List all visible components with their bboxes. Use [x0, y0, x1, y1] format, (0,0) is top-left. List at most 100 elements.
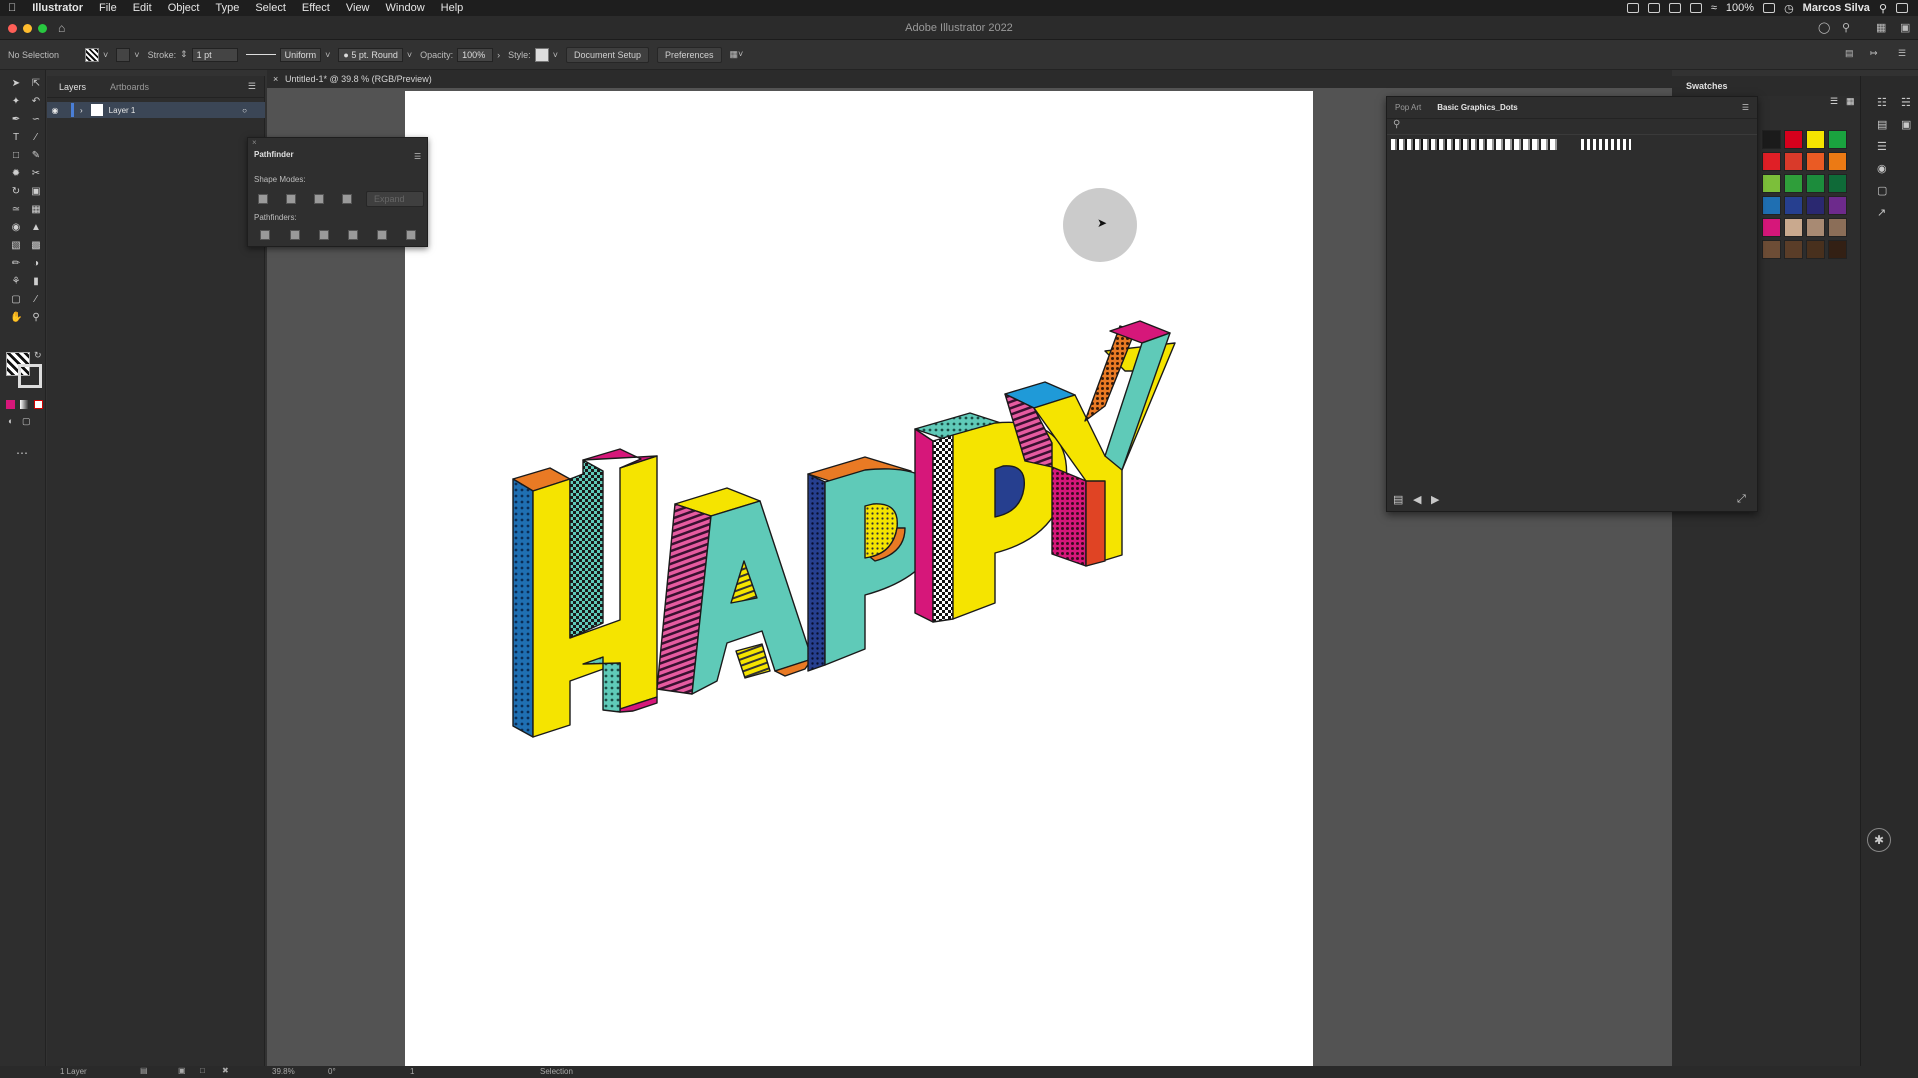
menu-view[interactable]: View — [338, 2, 378, 14]
next-library-icon[interactable]: ▶ — [1431, 493, 1439, 506]
gradient-tool-icon[interactable]: ▩ — [30, 240, 42, 252]
swap-colors-icon[interactable]: ↻ — [34, 350, 42, 361]
chevron-down-icon[interactable]: ˅ — [325, 50, 330, 60]
swatch[interactable] — [1784, 218, 1803, 237]
close-panel-icon[interactable]: × — [248, 138, 427, 150]
tab-artboards[interactable]: Artboards — [98, 82, 161, 92]
properties-icon[interactable]: ☷ — [1877, 96, 1887, 109]
crop-icon[interactable] — [348, 230, 358, 240]
swatch[interactable] — [1806, 240, 1825, 259]
warp-tool-icon[interactable]: ≃ — [10, 204, 22, 216]
panel-menu-icon[interactable]: ☰ — [248, 81, 264, 92]
zoom-level[interactable]: 39.8% — [272, 1067, 295, 1076]
align-panel-icon[interactable]: ☰ — [1877, 140, 1887, 153]
spotlight-search-icon[interactable]: ⚲ — [1879, 2, 1887, 15]
chevron-right-icon[interactable]: › — [497, 50, 500, 60]
menu-effect[interactable]: Effect — [294, 2, 338, 14]
swatch[interactable] — [1762, 196, 1781, 215]
wifi-icon[interactable]: ≈ — [1711, 2, 1717, 14]
menu-help[interactable]: Help — [433, 2, 472, 14]
blend-tool-icon[interactable]: ◑ — [30, 258, 42, 270]
mesh-tool-icon[interactable]: ▧ — [10, 240, 22, 252]
swatch[interactable] — [1806, 174, 1825, 193]
divide-icon[interactable] — [260, 230, 270, 240]
swatch[interactable] — [1828, 174, 1847, 193]
stroke-color-swatch[interactable] — [18, 364, 42, 388]
artboard-tool-icon[interactable]: ▢ — [10, 294, 22, 306]
shaper-tool-icon[interactable]: ✹ — [10, 168, 22, 180]
swatch[interactable] — [1828, 218, 1847, 237]
expand-button[interactable]: Expand — [366, 191, 424, 207]
menu-object[interactable]: Object — [160, 2, 208, 14]
creative-cloud-icon[interactable] — [1626, 3, 1639, 13]
swatch[interactable] — [1784, 130, 1803, 149]
dot-pattern-swatches-2[interactable] — [1487, 139, 1557, 150]
control-center-icon[interactable] — [1896, 3, 1908, 13]
swatch[interactable] — [1828, 130, 1847, 149]
opacity-field[interactable]: 100% — [457, 47, 494, 62]
hand-tool-icon[interactable]: ✋ — [10, 312, 22, 324]
swatch-library-icon[interactable]: ▤ — [1393, 493, 1403, 506]
brush-definition[interactable]: ● 5 pt. Round — [338, 47, 403, 62]
appearance-icon[interactable]: ◉ — [1877, 162, 1887, 175]
swatch[interactable] — [1784, 240, 1803, 259]
panel-menu-icon[interactable]: ☰ — [1742, 103, 1757, 112]
close-document-icon[interactable]: × — [273, 74, 278, 84]
layer-row[interactable]: ◉ › Layer 1 ○ — [47, 102, 265, 118]
previous-library-icon[interactable]: ◀ — [1413, 493, 1421, 506]
menu-window[interactable]: Window — [378, 2, 433, 14]
swatch[interactable] — [1806, 196, 1825, 215]
transform-icon[interactable]: ↦ — [1870, 48, 1878, 59]
swatch[interactable] — [1762, 152, 1781, 171]
layer-name[interactable]: Layer 1 — [109, 106, 136, 115]
clock-icon[interactable]: ◷ — [1784, 2, 1794, 15]
new-sublayer-icon[interactable]: ▣ — [178, 1066, 186, 1075]
apple-icon[interactable]:  — [0, 2, 24, 14]
free-transform-tool-icon[interactable]: ▦ — [30, 204, 42, 216]
line-tool-icon[interactable]: ⁄ — [30, 132, 42, 144]
gradient-mode-icon[interactable] — [20, 400, 29, 409]
search-icon[interactable]: ⚲ — [1842, 21, 1850, 34]
swatch[interactable] — [1762, 130, 1781, 149]
swatch[interactable] — [1828, 152, 1847, 171]
target-icon[interactable]: ○ — [242, 106, 247, 115]
variable-width-profile[interactable]: Uniform — [279, 47, 322, 62]
chevron-down-icon[interactable]: ˅ — [407, 50, 412, 60]
swatch[interactable] — [1806, 218, 1825, 237]
draw-mode-icon[interactable]: ◐ — [8, 416, 13, 426]
swatch[interactable] — [1762, 218, 1781, 237]
document-tab[interactable]: × Untitled-1* @ 39.8 % (RGB/Preview) — [267, 70, 1672, 88]
color-panel-icon[interactable]: ▣ — [1901, 118, 1911, 131]
color-guide-icon[interactable]: ☵ — [1901, 96, 1911, 109]
type-tool-icon[interactable]: T — [10, 132, 22, 144]
user-name[interactable]: Marcos Silva — [1803, 2, 1870, 14]
rotation-value[interactable]: 0° — [328, 1067, 336, 1076]
eyedropper-tool-icon[interactable]: ✏ — [10, 258, 22, 270]
swatch[interactable] — [1762, 174, 1781, 193]
unite-icon[interactable] — [258, 194, 268, 204]
none-mode-icon[interactable] — [34, 400, 43, 409]
column-graph-tool-icon[interactable]: ▮ — [30, 276, 42, 288]
tab-basic-graphics-dots[interactable]: Basic Graphics_Dots — [1429, 103, 1525, 112]
screen-mode-icon[interactable]: ▢ — [22, 416, 31, 427]
stroke-swatch[interactable]: ˅ — [116, 47, 140, 62]
swatch[interactable] — [1762, 240, 1781, 259]
arrange-documents-icon[interactable]: ▣ — [1900, 21, 1910, 34]
export-icon[interactable]: ↗ — [1877, 206, 1886, 219]
swatch[interactable] — [1806, 130, 1825, 149]
direct-selection-tool-icon[interactable]: ⇱ — [30, 78, 42, 90]
menu-select[interactable]: Select — [247, 2, 294, 14]
lasso-tool-icon[interactable]: ↶ — [30, 96, 42, 108]
scissors-tool-icon[interactable]: ✂ — [30, 168, 42, 180]
paintbrush-tool-icon[interactable]: ✎ — [30, 150, 42, 162]
preferences-button[interactable]: Preferences — [657, 46, 722, 63]
fill-swatch[interactable]: ˅ — [85, 47, 108, 62]
rotate-tool-icon[interactable]: ↻ — [10, 186, 22, 198]
panel-menu-icon[interactable]: ☰ — [1898, 48, 1906, 59]
tab-layers[interactable]: Layers — [47, 82, 98, 92]
panel-menu-icon[interactable]: ☰ — [414, 152, 421, 161]
symbol-sprayer-tool-icon[interactable]: ⚘ — [10, 276, 22, 288]
libraries-icon[interactable]: ▤ — [1877, 118, 1887, 131]
shape-builder-tool-icon[interactable]: ◉ — [10, 222, 22, 234]
grid-view-icon[interactable]: ▦ — [1846, 96, 1855, 107]
